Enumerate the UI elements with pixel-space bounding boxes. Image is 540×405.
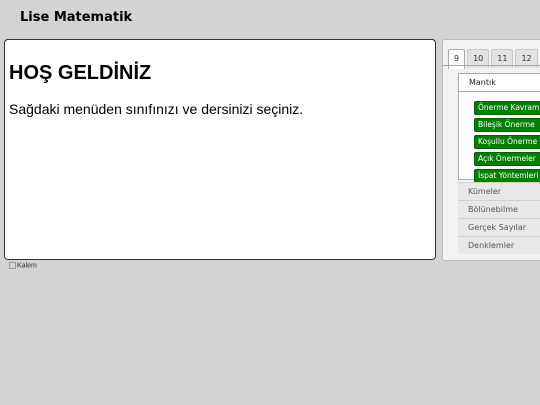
menu-item-ispat-yontemleri[interactable]: İspat Yöntemleri xyxy=(474,169,540,183)
subject-accordion: Mantık Önerme Kavramı Bileşik Önerme Koş… xyxy=(458,73,540,254)
menu-item-acik-onermeler[interactable]: Açık Önermeler xyxy=(474,152,540,166)
broken-image: Kalem xyxy=(9,262,37,269)
sidebar-menu: 9 10 11 12 Mantık Önerme Kavramı Bileşik Ön… xyxy=(442,39,540,261)
section-header-bolunebilme[interactable]: Bölünebilme xyxy=(458,200,540,218)
menu-item-onerme-kavrami[interactable]: Önerme Kavramı xyxy=(474,101,540,115)
section-header-mantik[interactable]: Mantık xyxy=(458,73,540,92)
broken-image-icon xyxy=(9,262,16,269)
tab-grade-9[interactable]: 9 xyxy=(448,49,466,69)
section-header-gercek-sayilar[interactable]: Gerçek Sayılar xyxy=(458,218,540,236)
menu-item-kosullu-onerme[interactable]: Koşullu Önerme xyxy=(474,135,540,149)
grade-tabs: 9 10 11 12 xyxy=(448,46,540,69)
main-content-panel: HOŞ GELDİNİZ Sağdaki menüden sınıfınızı … xyxy=(4,39,436,260)
section-body-mantik: Önerme Kavramı Bileşik Önerme Koşullu Ön… xyxy=(458,92,540,183)
welcome-heading: HOŞ GELDİNİZ xyxy=(9,62,152,84)
welcome-text: Sağdaki menüden sınıfınızı ve dersinizi … xyxy=(9,101,304,117)
broken-image-alt: Kalem xyxy=(17,262,37,270)
tabs-divider xyxy=(443,65,540,66)
section-header-kumeler[interactable]: Kümeler xyxy=(458,182,540,200)
menu-item-bilesik-onerme[interactable]: Bileşik Önerme xyxy=(474,118,540,132)
site-title: Lise Matematik xyxy=(20,10,133,25)
section-header-denklemler[interactable]: Denklemler xyxy=(458,236,540,254)
